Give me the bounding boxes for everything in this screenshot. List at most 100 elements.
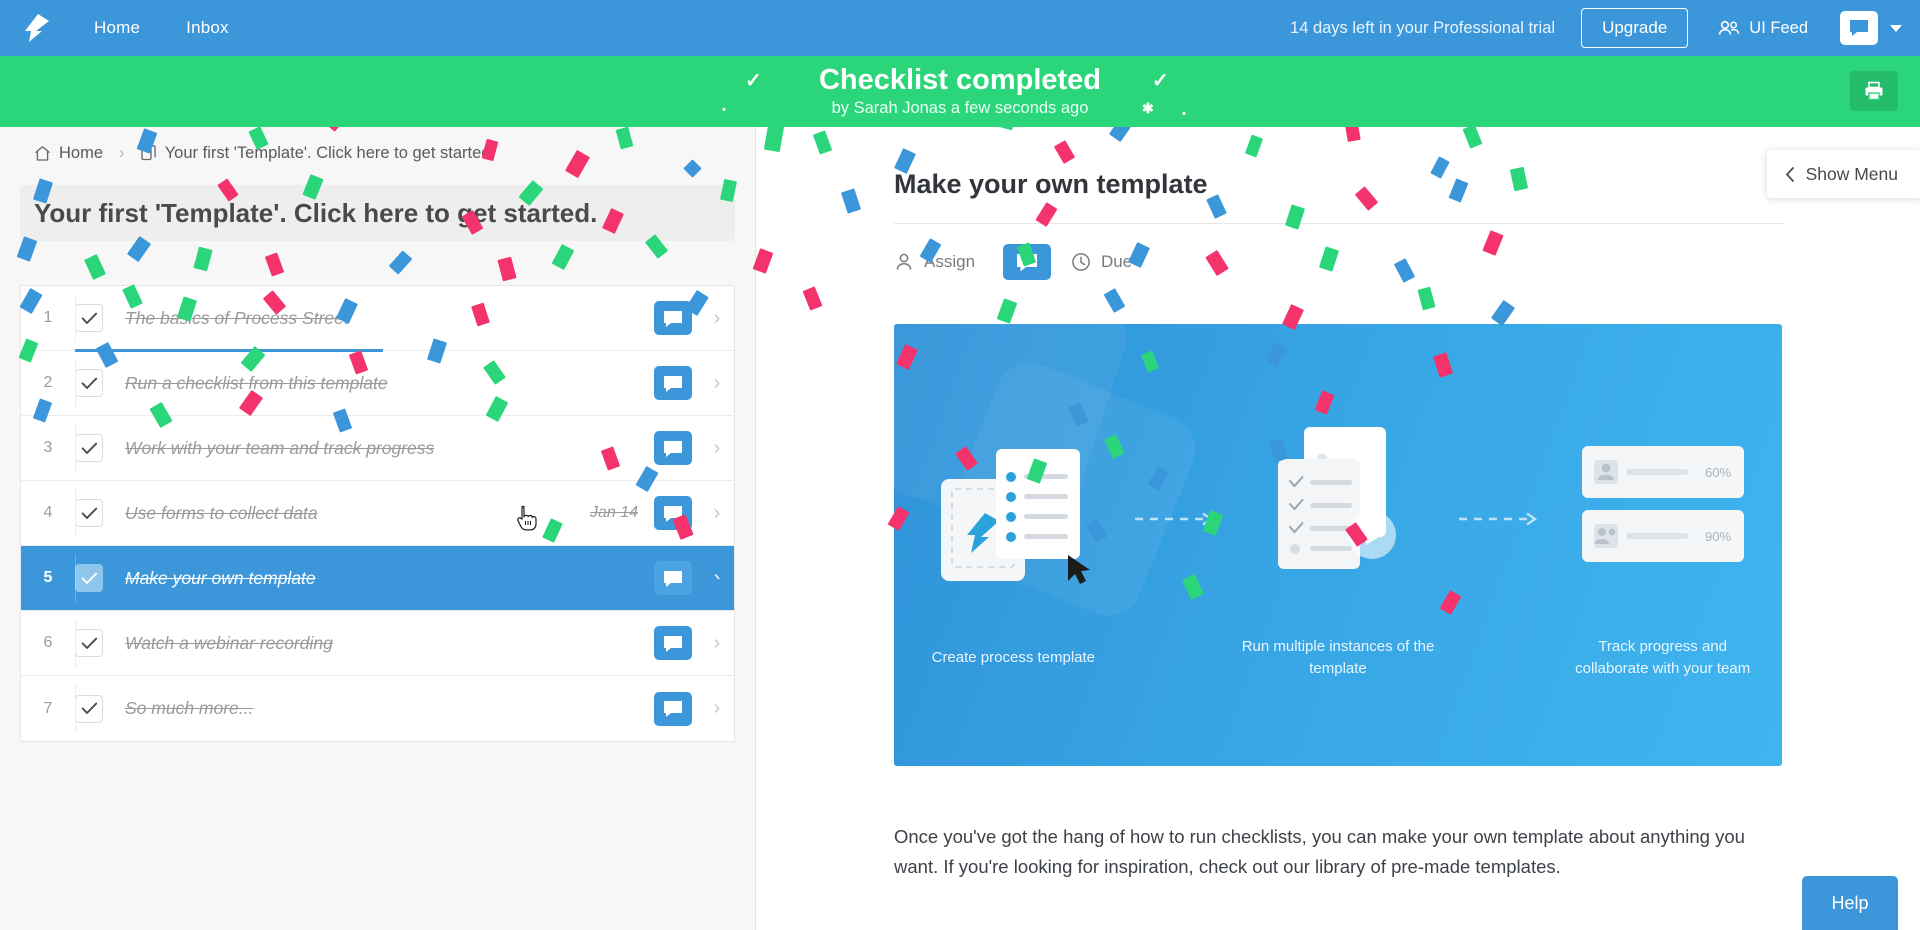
hero-column-2: Run multiple instances of the template [1219, 410, 1458, 681]
chevron-right-icon[interactable]: › [706, 567, 728, 590]
person-icon [896, 253, 912, 270]
task-detail-pane: Make your own template Assign Due Create… [756, 127, 1920, 930]
chevron-down-icon[interactable] [1890, 24, 1902, 32]
task-number: 3 [43, 439, 53, 456]
hero-columns: Create process template Run multiple ins… [894, 324, 1782, 766]
assign-button[interactable]: Assign [894, 252, 975, 272]
chevron-right-icon[interactable]: › [706, 502, 728, 525]
task-divider [75, 424, 76, 472]
show-menu-label: Show Menu [1805, 163, 1898, 184]
clock-icon [1072, 253, 1090, 271]
task-checkbox[interactable] [75, 564, 103, 592]
chevron-left-icon [1785, 166, 1794, 182]
task-checkbox[interactable] [75, 304, 103, 332]
hero-stat-2: 90% [1705, 529, 1731, 544]
breadcrumb-home[interactable]: Home [34, 144, 103, 163]
task-divider [75, 294, 76, 342]
help-button[interactable]: Help [1802, 876, 1898, 930]
banner-title: Checklist completed [818, 63, 1102, 96]
task-number: 2 [43, 374, 53, 391]
due-button[interactable]: Due [1071, 252, 1132, 272]
task-name: Make your own template [125, 567, 316, 588]
banner-sparkle-right: ✱ [1142, 100, 1154, 116]
task-name: Watch a webinar recording [125, 632, 333, 653]
task-comment-icon[interactable] [654, 301, 692, 335]
chevron-right-icon[interactable]: › [706, 372, 728, 395]
chevron-right-icon[interactable]: › [706, 437, 728, 460]
checklist-completed-banner: Checklist completed by Sarah Jonas a few… [0, 56, 1920, 127]
process-street-logo[interactable] [20, 11, 54, 45]
task-number: 4 [43, 504, 53, 521]
task-comment-icon[interactable] [654, 626, 692, 660]
banner-subtitle: by Sarah Jonas a few seconds ago [831, 99, 1089, 118]
task-row[interactable]: 3 Work with your team and track progress › [21, 416, 734, 481]
trial-status-text: 14 days left in your Professional trial [1290, 18, 1556, 37]
task-checkbox[interactable] [75, 369, 103, 397]
show-menu-button[interactable]: Show Menu [1766, 150, 1920, 198]
check-icon [81, 572, 97, 584]
task-divider [75, 489, 76, 537]
ui-feed-label: UI Feed [1749, 18, 1808, 37]
task-row[interactable]: 2 Run a checklist from this template › [21, 351, 734, 416]
check-icon [81, 312, 97, 324]
task-number: 1 [43, 309, 53, 326]
task-number: 7 [43, 699, 53, 717]
task-checkbox[interactable] [75, 629, 103, 657]
home-icon [35, 145, 50, 161]
hero-art-track: 60% 90% [1568, 410, 1758, 600]
chevron-right-icon[interactable]: › [706, 632, 728, 655]
breadcrumb-home-label: Home [59, 143, 104, 162]
nav-home[interactable]: Home [94, 18, 140, 38]
task-comment-icon[interactable] [654, 691, 692, 726]
checklist-sidebar: Home › Your first 'Template'. Click here… [0, 127, 756, 930]
task-row[interactable]: 5 Make your own template › [21, 546, 734, 611]
breadcrumb-current[interactable]: Your first 'Template'. Click here to get… [141, 144, 495, 163]
banner-dot-left: • [722, 104, 726, 116]
check-icon [81, 507, 97, 519]
task-name: The basics of Process Street [125, 307, 349, 328]
task-row[interactable]: 1 The basics of Process Street › [21, 286, 734, 352]
task-comment-icon[interactable] [654, 431, 692, 465]
hero-art-create [923, 421, 1103, 611]
task-comment-button[interactable] [1003, 244, 1052, 280]
breadcrumb-current-label: Your first 'Template'. Click here to get… [164, 143, 496, 162]
check-icon [81, 637, 97, 649]
hero-arrow-1 [1133, 511, 1219, 527]
avatar[interactable] [1840, 11, 1878, 45]
upgrade-button[interactable]: Upgrade [1581, 8, 1689, 48]
task-row[interactable]: 6 Watch a webinar recording › [21, 611, 734, 676]
task-comment-icon[interactable] [654, 496, 692, 530]
nav-inbox[interactable]: Inbox [186, 18, 229, 38]
task-divider [75, 619, 76, 667]
task-comment-icon[interactable] [654, 561, 692, 595]
task-divider [75, 359, 76, 407]
task-comment-icon[interactable] [654, 366, 692, 400]
print-button[interactable] [1850, 71, 1898, 111]
hero-stat-1: 60% [1705, 465, 1731, 480]
banner-content: Checklist completed by Sarah Jonas a few… [0, 56, 1920, 127]
chevron-right-icon[interactable]: › [706, 697, 728, 720]
heading-divider [894, 223, 1784, 224]
task-meta-row: Assign Due [894, 244, 1920, 280]
task-number: 5 [43, 569, 53, 586]
task-name: So much more... [125, 698, 254, 718]
task-due-date: Jan 14 [589, 504, 638, 521]
task-row[interactable]: 4 Use forms to collect data Jan 14 › [21, 481, 734, 546]
task-checkbox[interactable] [75, 499, 103, 527]
task-row[interactable]: 7 So much more... › [21, 676, 734, 741]
comment-icon [1017, 253, 1038, 271]
chat-avatar-icon [1850, 20, 1868, 36]
account-menu[interactable] [1840, 11, 1902, 45]
task-checkbox[interactable] [75, 694, 103, 723]
ui-feed-button[interactable]: UI Feed [1718, 19, 1808, 38]
task-description: Once you've got the hang of how to run c… [894, 826, 1745, 877]
task-name: Run a checklist from this template [125, 372, 388, 393]
chevron-right-icon[interactable]: › [706, 307, 728, 330]
banner-check-icon-left: ✓ [745, 70, 762, 92]
check-icon [81, 442, 97, 454]
task-checkbox[interactable] [75, 434, 103, 462]
task-detail-content: Make your own template Assign Due Create… [756, 169, 1920, 881]
checklist-title-bar[interactable]: Your first 'Template'. Click here to get… [20, 185, 735, 241]
hero-caption-1: Create process template [931, 648, 1096, 666]
page-title: Your first 'Template'. Click here to get… [34, 197, 598, 228]
